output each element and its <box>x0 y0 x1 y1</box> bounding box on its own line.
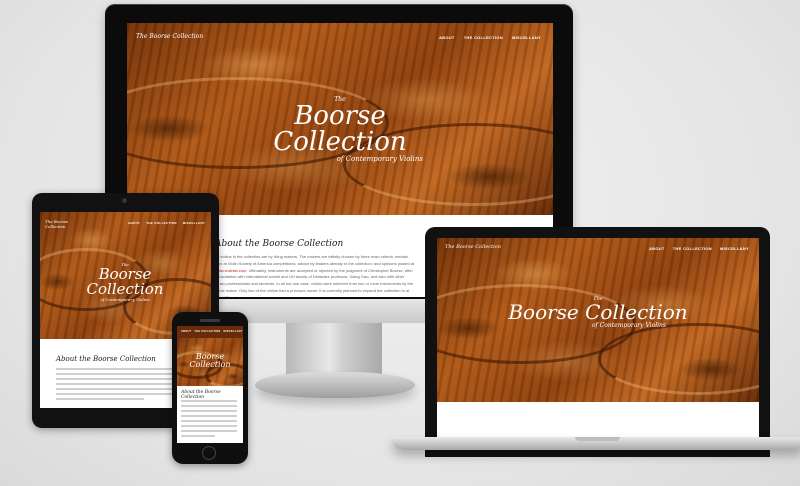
phone-about-text <box>181 400 237 440</box>
main-nav: ABOUT THE COLLECTION MISCELLANY <box>439 35 541 40</box>
laptop-screen: The Boorse Collection ABOUT THE COLLECTI… <box>437 238 759 444</box>
about-text-1: All violins in the collection are by liv… <box>215 254 415 266</box>
phone-nav-collection[interactable]: THE COLLECTION <box>194 330 220 333</box>
site-logo[interactable]: The Boorse Collection <box>136 33 203 40</box>
phone-hero-title: Boorse Collection <box>189 352 231 369</box>
laptop-hero-title-block: The Boorse Collection of Contemporary Vi… <box>508 296 688 329</box>
tablet-site-logo[interactable]: The Boorse Collection <box>45 219 75 229</box>
phone-speaker <box>200 319 220 322</box>
laptop-nav: ABOUT THE COLLECTION MISCELLANY <box>649 246 749 251</box>
nav-about[interactable]: ABOUT <box>439 35 455 40</box>
phone-nav: ABOUT THE COLLECTION MISCELLANY <box>181 330 243 333</box>
tablet-hero-title-block: The Boorse Collection of Contemporary Vi… <box>60 262 190 302</box>
phone-screen: ABOUT THE COLLECTION MISCELLANY Boorse C… <box>177 326 243 443</box>
monitor-stand <box>286 323 382 377</box>
phone-nav-miscellany[interactable]: MISCELLANY <box>224 330 243 333</box>
phone-nav-about[interactable]: ABOUT <box>181 330 191 333</box>
laptop-hero-title: Boorse Collection <box>508 300 688 324</box>
tablet-nav-collection[interactable]: THE COLLECTION <box>146 221 177 225</box>
tablet-nav-about[interactable]: ABOUT <box>128 221 140 225</box>
tablet-hero-subtitle: of Contemporary Violins <box>100 297 150 302</box>
about-link-2[interactable]: www.violinist.com <box>215 268 246 273</box>
about-paragraph: All violins in the collection are by liv… <box>215 254 415 297</box>
hero-title-block: The Boorse Collection of Contemporary Vi… <box>227 96 453 163</box>
phone-home-button <box>202 446 216 460</box>
tablet-about-heading: About the Boorse Collection <box>56 355 156 363</box>
monitor-base <box>255 372 415 398</box>
laptop-notch <box>575 437 620 441</box>
tablet-nav-miscellany[interactable]: MISCELLANY <box>183 221 206 225</box>
laptop-nav-about[interactable]: ABOUT <box>649 246 665 251</box>
hero-subtitle: of Contemporary Violins <box>336 155 423 163</box>
tablet-camera <box>122 198 127 203</box>
nav-miscellany[interactable]: MISCELLANY <box>512 35 541 40</box>
hero-title: Boorse Collection <box>273 101 407 157</box>
laptop-site-logo[interactable]: The Boorse Collection <box>445 244 501 250</box>
phone-hero-title-block: Boorse Collection <box>179 353 241 369</box>
about-heading: About the Boorse Collection <box>215 239 344 249</box>
tablet-hero-title: Boorse Collection <box>86 265 164 298</box>
laptop-nav-miscellany[interactable]: MISCELLANY <box>720 246 749 251</box>
tablet-about-text <box>56 368 181 403</box>
nav-the-collection[interactable]: THE COLLECTION <box>464 35 503 40</box>
tablet-nav: ABOUT THE COLLECTION MISCELLANY <box>128 221 205 225</box>
phone-about-heading: About the Boorse Collection <box>181 390 221 400</box>
laptop-nav-collection[interactable]: THE COLLECTION <box>673 246 712 251</box>
